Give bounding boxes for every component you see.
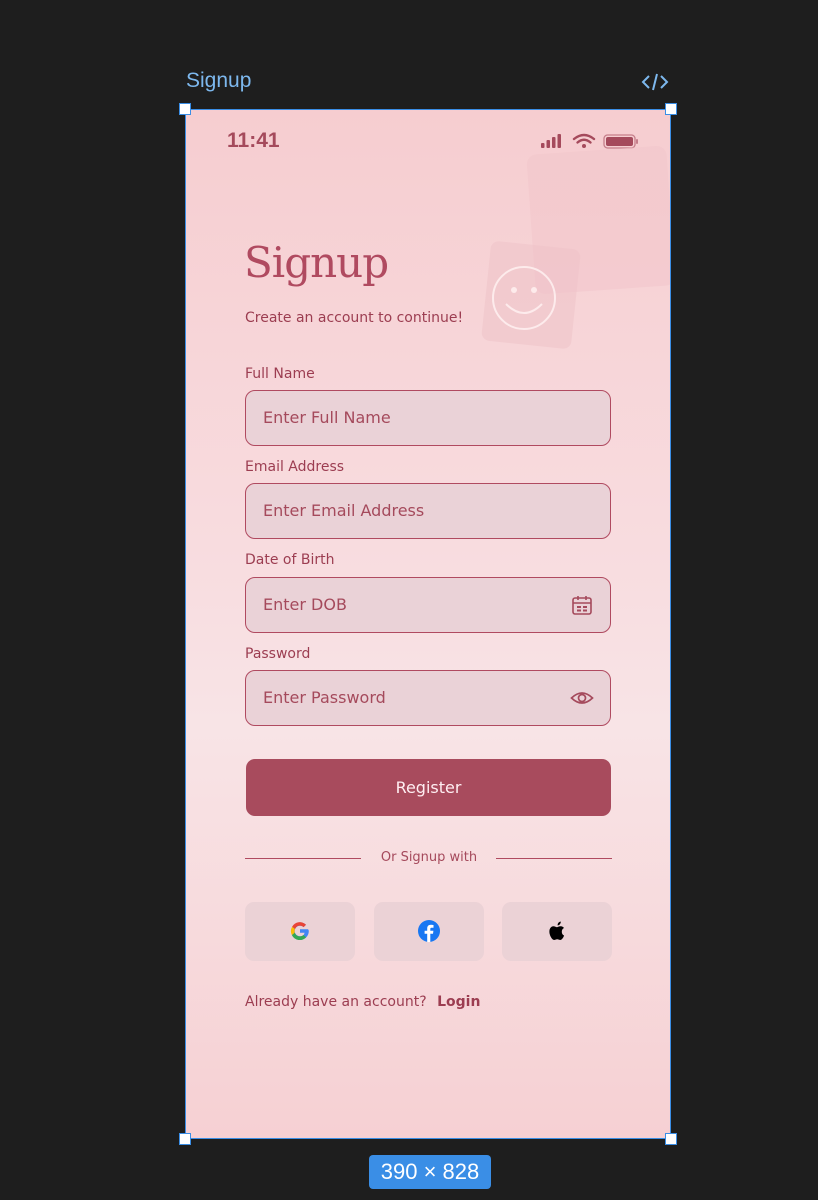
resize-handle-bottom-left[interactable] — [179, 1133, 191, 1145]
google-icon — [290, 922, 309, 941]
resize-handle-top-left[interactable] — [179, 103, 191, 115]
register-button[interactable]: Register — [246, 759, 611, 816]
apple-icon — [549, 921, 565, 940]
email-field[interactable]: Enter Email Address — [245, 483, 611, 539]
resize-handle-top-right[interactable] — [665, 103, 677, 115]
facebook-signup-button[interactable] — [374, 902, 484, 961]
smiley-decoration — [481, 145, 670, 349]
full-name-placeholder: Enter Full Name — [263, 408, 391, 427]
password-placeholder: Enter Password — [263, 688, 386, 707]
email-placeholder: Enter Email Address — [263, 501, 425, 520]
eye-icon[interactable] — [570, 686, 594, 710]
calendar-icon[interactable] — [570, 593, 594, 617]
frame-title: Signup — [186, 69, 252, 92]
password-label: Password — [245, 646, 311, 662]
password-field[interactable]: Enter Password — [245, 670, 611, 726]
dob-label: Date of Birth — [245, 552, 335, 568]
divider-right — [496, 858, 612, 859]
login-row: Already have an account? Login — [245, 994, 480, 1010]
login-prompt: Already have an account? — [245, 994, 427, 1010]
google-signup-button[interactable] — [245, 902, 355, 961]
page-subtitle: Create an account to continue! — [245, 310, 464, 326]
login-link[interactable]: Login — [437, 994, 480, 1010]
status-time: 11:41 — [227, 129, 280, 152]
phone-frame[interactable]: 11:41 Signup Create an account to contin… — [185, 109, 671, 1139]
resize-handle-bottom-right[interactable] — [665, 1133, 677, 1145]
facebook-icon — [418, 920, 440, 942]
code-icon[interactable] — [640, 70, 670, 94]
frame-size-badge: 390 × 828 — [369, 1155, 491, 1189]
full-name-field[interactable]: Enter Full Name — [245, 390, 611, 446]
apple-signup-button[interactable] — [502, 902, 612, 961]
email-label: Email Address — [245, 459, 345, 475]
page-title: Signup — [244, 238, 389, 287]
full-name-label: Full Name — [245, 366, 315, 382]
dob-placeholder: Enter DOB — [263, 595, 347, 614]
dob-field[interactable]: Enter DOB — [245, 577, 611, 633]
